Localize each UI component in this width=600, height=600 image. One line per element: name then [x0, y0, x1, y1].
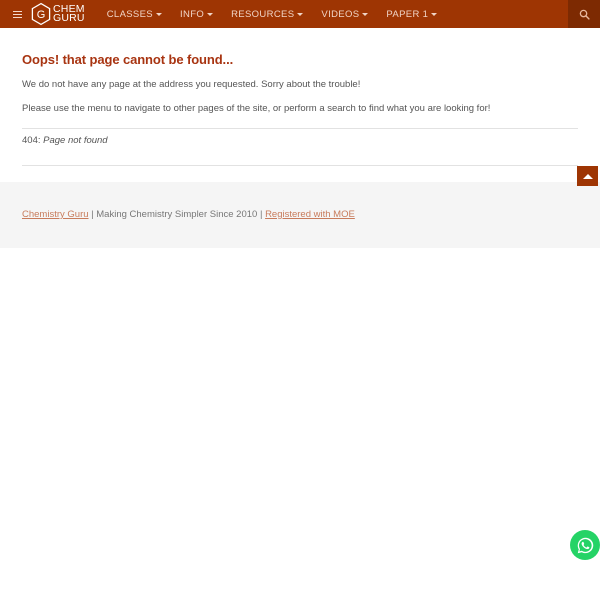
search-icon [579, 9, 590, 20]
brand-logo-link[interactable]: G CHEM GURU [30, 2, 85, 26]
nav-item-videos[interactable]: VIDEOS [312, 0, 377, 28]
error-code: 404: [22, 135, 41, 146]
whatsapp-icon [577, 537, 593, 553]
error-text: Page not found [43, 135, 108, 146]
hamburger-menu-icon[interactable] [9, 0, 25, 28]
top-navbar: G CHEM GURU CLASSES INFO RESOURCES VIDEO… [0, 0, 600, 28]
hamburger-bar [12, 16, 22, 18]
chevron-down-icon [207, 12, 214, 16]
nav-item-label: INFO [180, 8, 205, 20]
back-to-top-button[interactable] [577, 166, 598, 186]
whatsapp-chat-button[interactable] [570, 530, 600, 560]
footer-tagline: Making Chemistry Simpler Since 2010 [96, 209, 258, 220]
svg-text:G: G [37, 9, 46, 21]
hamburger-bar [12, 10, 22, 12]
footer-credit-line: Chemistry Guru | Making Chemistry Simple… [22, 209, 600, 220]
footer-separator-2: | [257, 209, 266, 220]
nav-item-label: RESOURCES [231, 8, 295, 20]
hamburger-bar [12, 13, 22, 15]
site-footer: Chemistry Guru | Making Chemistry Simple… [0, 182, 600, 248]
page-title: Oops! that page cannot be found... [22, 52, 234, 67]
nav-item-resources[interactable]: RESOURCES [222, 0, 312, 28]
nav-menu: CLASSES INFO RESOURCES VIDEOS PAPER 1 [98, 0, 447, 28]
chevron-down-icon [297, 12, 304, 16]
chevron-down-icon [156, 12, 162, 16]
error-code-line: 404: Page not found [22, 129, 578, 152]
footer-link-chemistry-guru[interactable]: Chemistry Guru [22, 209, 89, 220]
footer-spacer [0, 166, 600, 182]
footer-link-registered-with-moe[interactable]: Registered with MOE [265, 209, 355, 220]
brand-line-2: GURU [53, 12, 85, 24]
error-paragraph-1: We do not have any page at the address y… [22, 79, 361, 90]
chevron-up-icon [582, 173, 593, 179]
nav-item-classes[interactable]: CLASSES [98, 0, 171, 28]
hexagon-g-logo-icon: G [31, 2, 51, 26]
main-content: Oops! that page cannot be found... We do… [0, 28, 600, 166]
nav-item-label: VIDEOS [321, 8, 360, 20]
chevron-down-icon [431, 12, 438, 16]
search-button[interactable] [568, 0, 600, 28]
brand-text: CHEM GURU [53, 4, 85, 24]
nav-item-label: CLASSES [106, 8, 153, 20]
nav-item-label: PAPER 1 [386, 8, 429, 20]
chevron-down-icon [362, 12, 369, 16]
nav-item-paper-1[interactable]: PAPER 1 [377, 0, 446, 28]
nav-item-info[interactable]: INFO [171, 0, 222, 28]
error-paragraph-2: Please use the menu to navigate to other… [22, 103, 491, 114]
